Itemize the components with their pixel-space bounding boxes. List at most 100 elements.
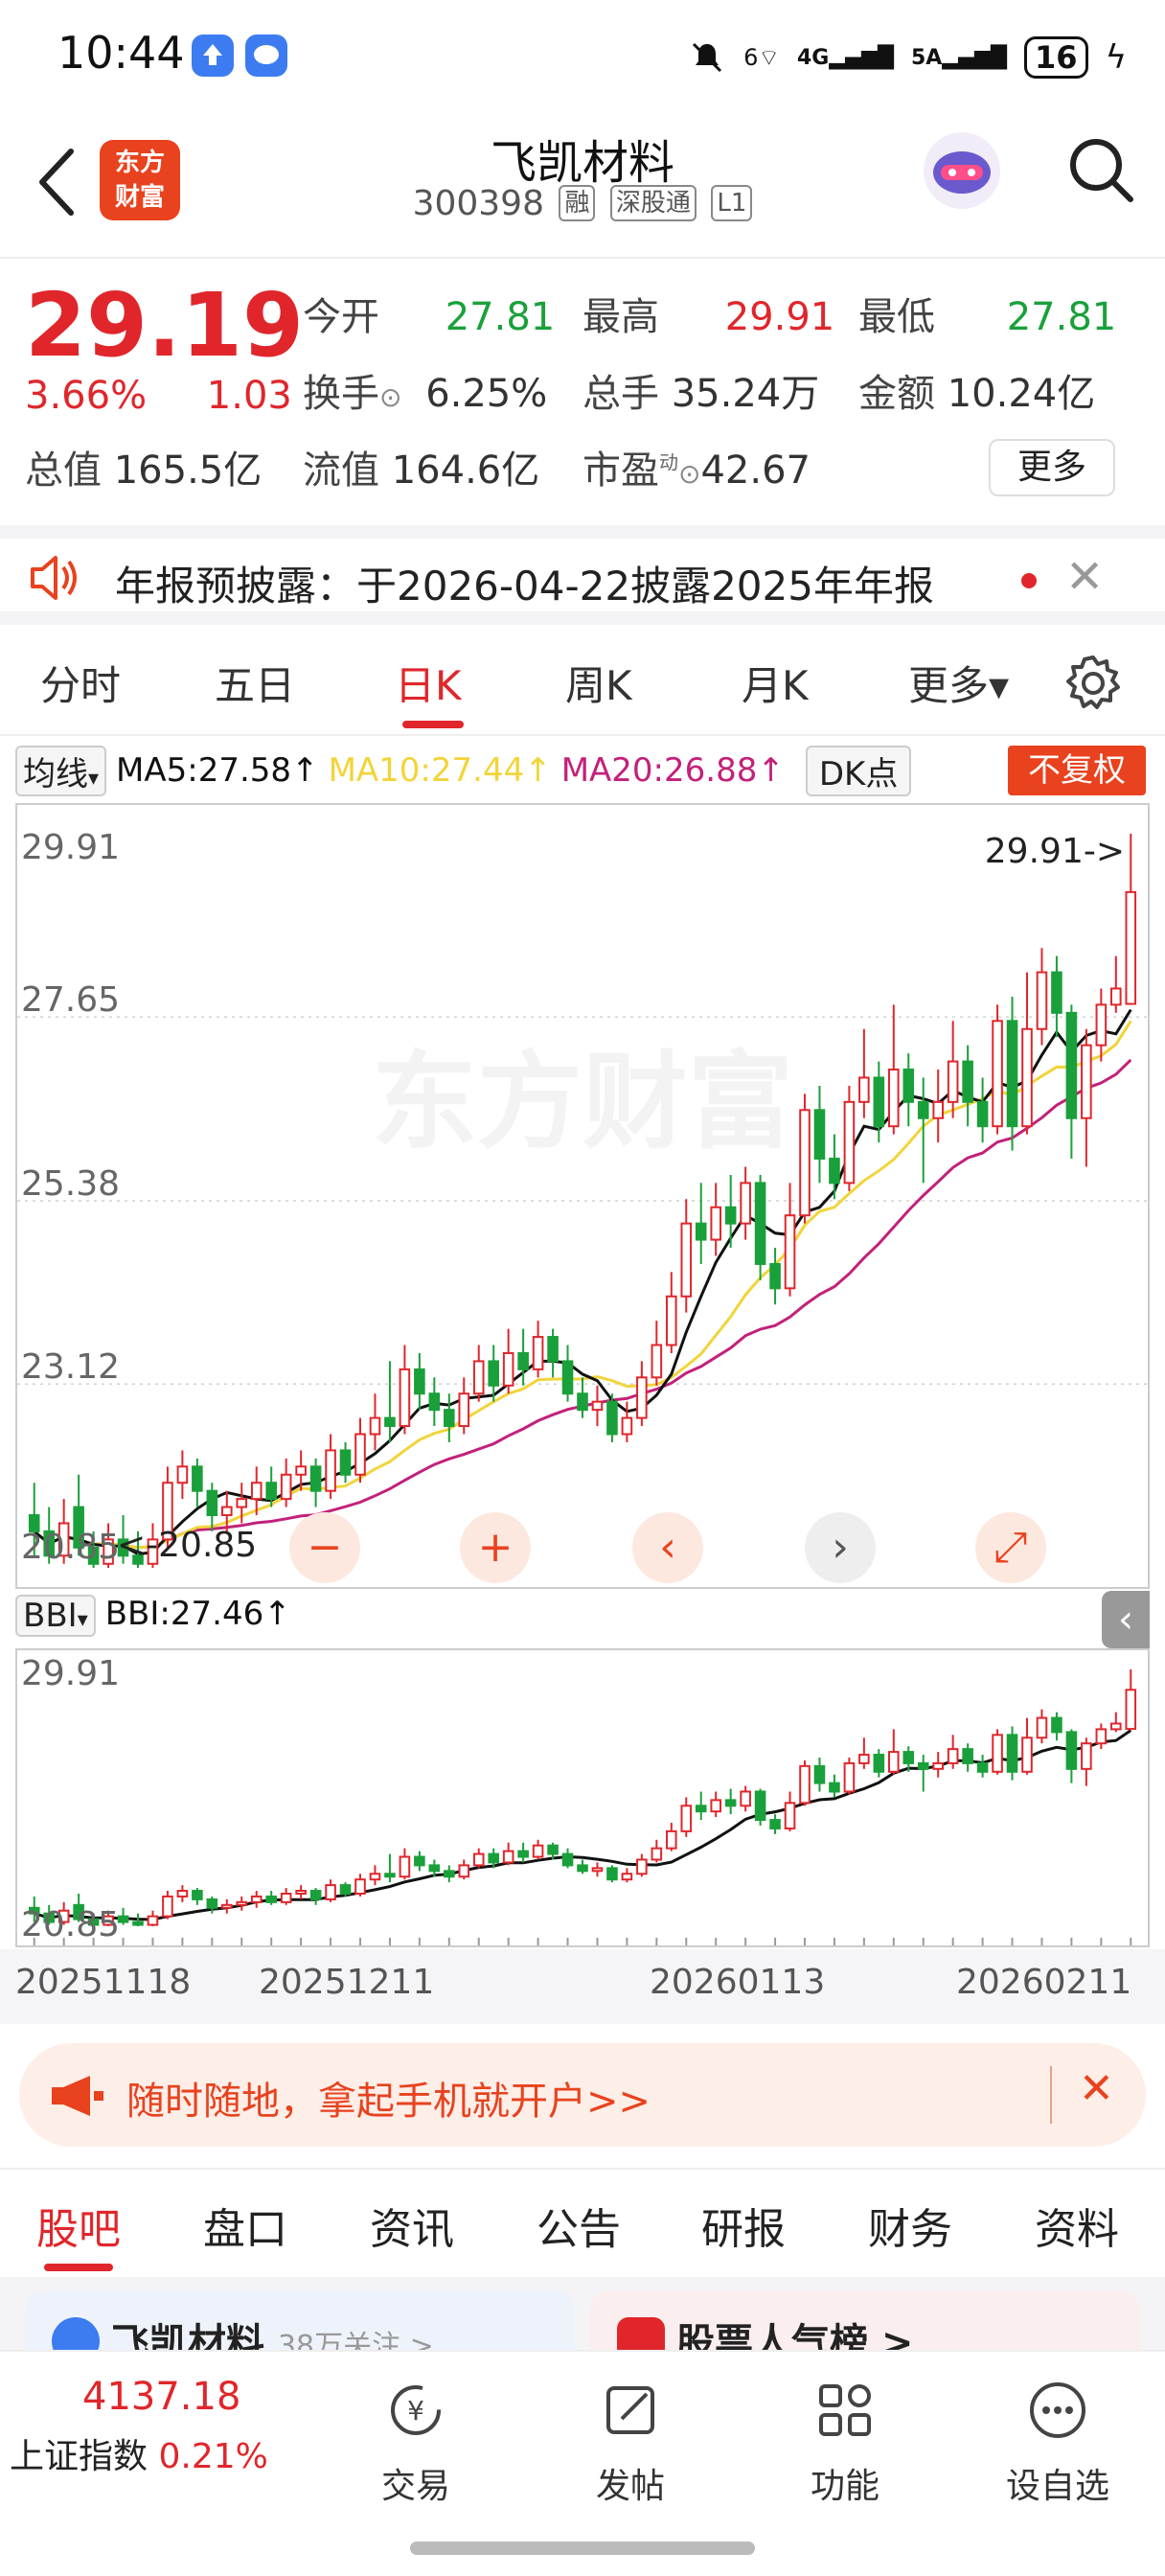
tab-five-day[interactable]: 五日 [215,654,295,712]
edit-icon [606,2386,654,2434]
robot-assistant-icon[interactable] [916,125,1008,217]
tab-profile[interactable]: 资料 [1035,2195,1119,2256]
forum-card-icon [52,2317,100,2354]
notice-bar[interactable]: 年报预披露：于2026-04-22披露2025年年报 ✕ [0,525,1165,625]
index-name: 上证指数 [10,2437,148,2476]
nav-trade[interactable]: ¥ 交易 [339,2377,492,2508]
candle-body [444,1870,455,1878]
candle-body [651,1847,663,1861]
tab-financials[interactable]: 财务 [868,2195,952,2256]
status-time: 10:44 [57,27,185,79]
dk-point-button[interactable]: DK点 [805,745,912,796]
active-tab-underline [44,2264,113,2271]
candle-body [1021,1027,1033,1128]
tab-research[interactable]: 研报 [701,2195,786,2256]
signal-4g-icon: 4G▂▄▆█ [796,45,894,70]
tab-orderbook[interactable]: 盘口 [203,2195,287,2256]
candle-body [1110,987,1122,1006]
candle-body [502,1850,514,1864]
status-icons: 6⌔ 4G▂▄▆█ 5A▂▄▆█ 16 ϟ [688,29,1127,86]
candle-body [1095,1003,1108,1046]
turnover-cell: 换手⊙ 6.25% [303,362,547,418]
feature-cards: 飞凯材料 38万关注 > 股票人气榜 > [0,2277,1165,2354]
candle-body [666,1829,677,1850]
stock-header: 东方 财富 飞凯材料 300398 融 深股通 L1 [0,105,1165,259]
tab-forum[interactable]: 股吧 [36,2195,121,2256]
ma-selector[interactable]: 均线▾ [15,745,107,796]
fullscreen-button[interactable]: ⤢ [975,1512,1046,1583]
svg-text:¥: ¥ [407,2395,424,2426]
collapse-panel-button[interactable]: ‹ [1102,1591,1150,1648]
tab-monthly-k[interactable]: 月K [742,654,809,712]
message-notification-icon [245,34,287,77]
kline-tabs: 分时 五日 日K 周K 月K 更多▾ [0,629,1165,736]
stock-forum-card[interactable]: 飞凯材料 38万关注 > [25,2290,575,2354]
float-cap-label: 流值 [303,448,379,493]
bbi-selector-label: BBI [23,1597,78,1635]
close-banner-icon[interactable]: ✕ [1079,2064,1114,2113]
candle-body [325,1449,336,1492]
info-tabs: 股吧 盘口 资讯 公告 研报 财务 资料 [0,2168,1165,2275]
kline-chart[interactable]: 东方财富 29.91 27.65 25.38 23.12 20.85 29.91-> <-20… [15,803,1150,1589]
bbi-svg: 29.91 20.85 [21,1654,1137,1945]
candle-body [517,1850,529,1858]
chart-settings-button[interactable] [1063,654,1123,717]
nav-add-watchlist[interactable]: 设自选 [981,2377,1134,2508]
candle-body [561,1360,574,1395]
tab-more[interactable]: 更多▾ [908,654,1009,712]
bbi-chart[interactable]: 29.91 20.85 [15,1648,1150,1947]
adjustment-button[interactable]: 不复权 [1008,746,1146,795]
tab-announcements[interactable]: 公告 [537,2195,621,2256]
candle-body [932,1761,944,1770]
index-change: 0.21% [158,2437,268,2476]
close-notice-icon[interactable]: ✕ [1065,550,1104,604]
pan-left-button[interactable]: ‹ [632,1512,703,1583]
tab-news[interactable]: 资讯 [370,2195,454,2256]
candle-body [1081,1742,1092,1770]
candle-body [695,1222,707,1241]
zoom-out-button[interactable]: − [289,1512,360,1583]
forum-card-title: 飞凯材料 38万关注 > [111,2312,434,2354]
tab-weekly-k[interactable]: 周K [565,654,632,712]
candle-body [1110,1722,1122,1731]
bbi-selector[interactable]: BBI▾ [15,1595,96,1637]
candle-body [843,1761,856,1793]
pan-right-button[interactable]: › [805,1512,876,1583]
nav-post[interactable]: 发帖 [554,2377,707,2508]
candle-body [428,1864,441,1873]
bbi-y-top-label: 29.91 [21,1654,120,1693]
candle-body [414,1368,425,1395]
candle-body [399,1368,411,1428]
stock-code: 300398 [412,184,544,223]
popularity-card[interactable]: 股票人气榜 > [590,2290,1140,2354]
date-axis: 20251118 20251211 20260113 20260211 [0,1949,1165,2024]
pe-info-icon[interactable]: ⊙ [678,458,700,490]
nav-add-watchlist-label: 设自选 [1005,2467,1109,2506]
candle-body [444,1409,455,1428]
candle-body [710,1799,721,1813]
more-quote-button[interactable]: 更多 [989,439,1115,496]
tab-daily-k[interactable]: 日K [395,654,462,712]
candle-body [309,1890,322,1900]
open-account-banner[interactable]: 随时随地，拿起手机就开户>> ✕ [19,2043,1146,2147]
forum-card-name: 飞凯材料 [111,2321,264,2354]
candle-body [547,1336,559,1363]
nav-features[interactable]: 功能 [768,2377,922,2508]
candle-body [280,1892,292,1903]
candle-body [829,1782,840,1793]
search-button[interactable] [1065,134,1138,211]
dropdown-icon: ▾ [88,766,100,791]
info-icon[interactable]: ⊙ [379,381,401,413]
grid-icon [819,2384,871,2436]
candle-body [325,1884,336,1900]
candle-body [636,1376,648,1419]
candle-body [873,1754,885,1773]
y-tick-label: 27.65 [21,980,120,1020]
index-ticker[interactable]: 4137.18 上证指数 0.21% [10,2375,268,2478]
candle-body [917,1761,929,1770]
tab-intraday[interactable]: 分时 [40,654,121,712]
candle-body [472,1852,485,1867]
zoom-in-button[interactable]: + [460,1512,531,1583]
float-cap-value: 164.6亿 [391,448,540,493]
candle-body [888,1069,900,1128]
